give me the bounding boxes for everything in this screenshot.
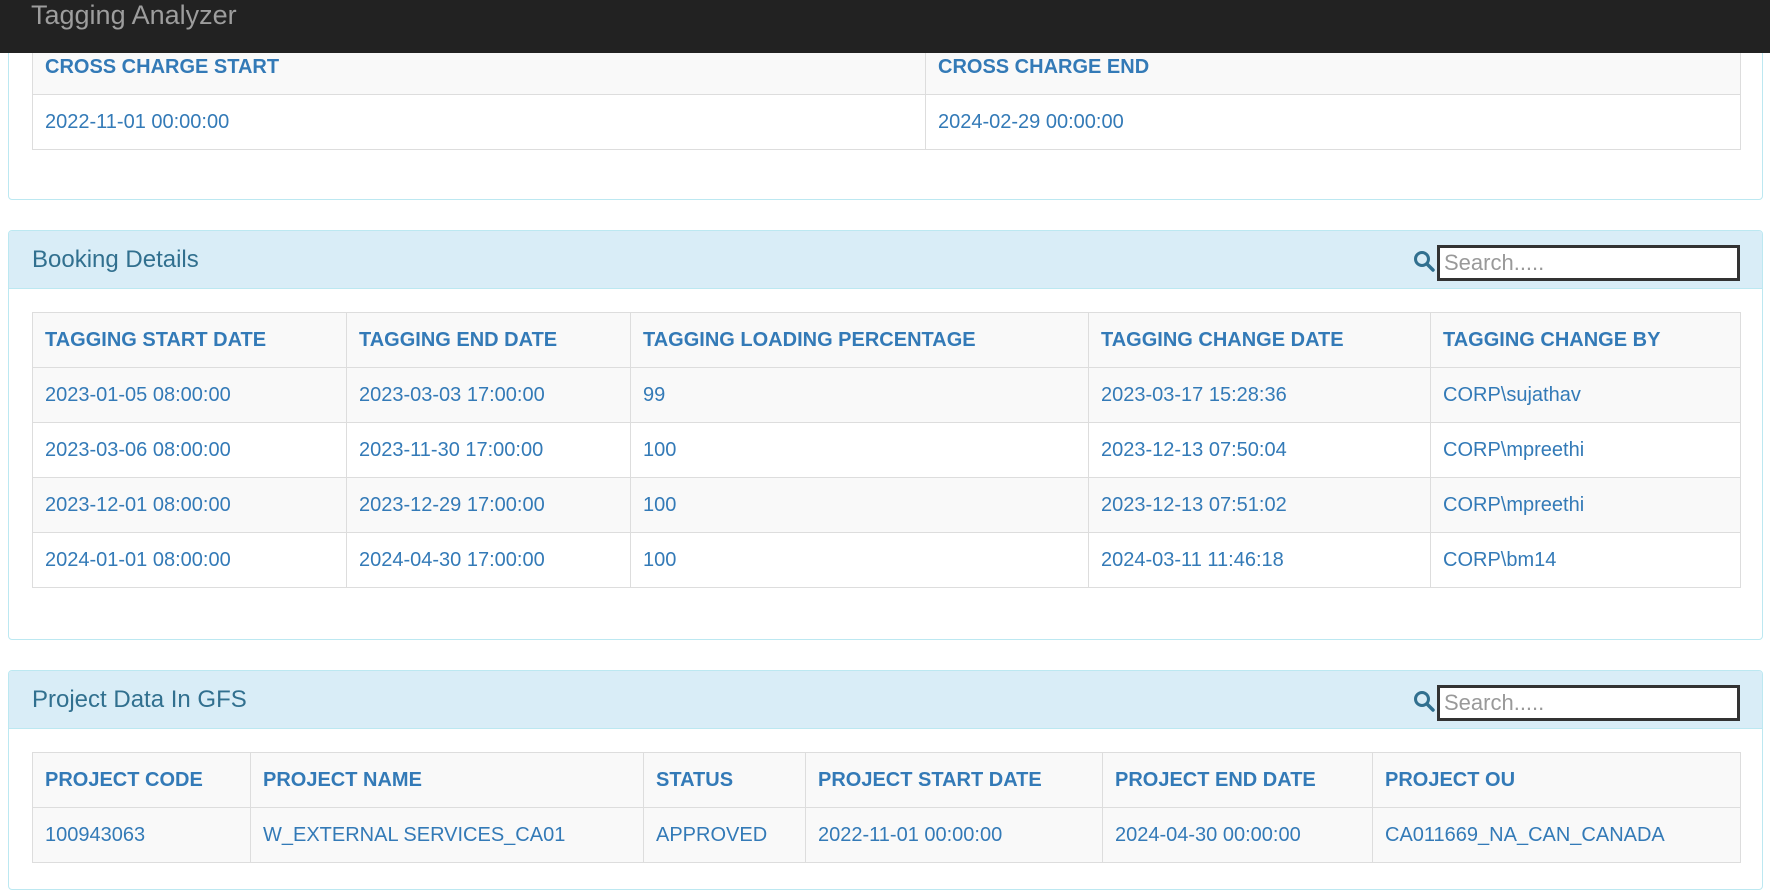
table-row: 2023-12-01 08:00:00 2023-12-29 17:00:00 … xyxy=(32,477,1741,533)
table-cell: 2023-12-13 07:50:04 xyxy=(1088,422,1431,478)
column-header: PROJECT CODE xyxy=(32,752,251,808)
table-cell: 2023-12-29 17:00:00 xyxy=(346,477,631,533)
table-header-row: PROJECT CODE PROJECT NAME STATUS PROJECT… xyxy=(32,752,1741,808)
booking-search-input[interactable] xyxy=(1437,245,1740,281)
table-row: 2024-01-01 08:00:00 2024-04-30 17:00:00 … xyxy=(32,532,1741,588)
column-header: TAGGING END DATE xyxy=(346,312,631,368)
search-icon xyxy=(1414,691,1435,712)
table-cell: CORP\mpreethi xyxy=(1430,477,1741,533)
project-data-panel: Project Data In GFS PROJECT CODE PROJECT… xyxy=(8,670,1763,890)
search-icon xyxy=(1414,251,1435,272)
column-header: PROJECT END DATE xyxy=(1102,752,1373,808)
booking-details-heading: Booking Details xyxy=(9,231,1762,289)
table-cell: 2024-01-01 08:00:00 xyxy=(32,532,347,588)
project-search-input[interactable] xyxy=(1437,685,1740,721)
table-cell: 2023-03-03 17:00:00 xyxy=(346,367,631,423)
top-navbar: Tagging Analyzer xyxy=(0,0,1770,53)
cross-charge-end-cell: 2024-02-29 00:00:00 xyxy=(925,94,1741,150)
column-header: TAGGING START DATE xyxy=(32,312,347,368)
booking-details-table: TAGGING START DATE TAGGING END DATE TAGG… xyxy=(32,312,1741,588)
column-header: PROJECT START DATE xyxy=(805,752,1103,808)
table-row: 100943063 W_EXTERNAL SERVICES_CA01 APPRO… xyxy=(32,807,1741,863)
table-cell: APPROVED xyxy=(643,807,806,863)
app-title[interactable]: Tagging Analyzer xyxy=(31,0,237,30)
cross-charge-table: CROSS CHARGE START CROSS CHARGE END 2022… xyxy=(32,39,1741,150)
column-header: TAGGING CHANGE BY xyxy=(1430,312,1741,368)
table-cell: 100943063 xyxy=(32,807,251,863)
table-cell: 2023-12-01 08:00:00 xyxy=(32,477,347,533)
table-row: 2022-11-01 00:00:00 2024-02-29 00:00:00 xyxy=(32,94,1741,150)
table-cell: CORP\mpreethi xyxy=(1430,422,1741,478)
column-header: PROJECT NAME xyxy=(250,752,644,808)
table-cell: CA011669_NA_CAN_CANADA xyxy=(1372,807,1741,863)
table-cell: 2024-04-30 17:00:00 xyxy=(346,532,631,588)
panel-title: Project Data In GFS xyxy=(32,686,247,713)
column-header: PROJECT OU xyxy=(1372,752,1741,808)
table-cell: 2023-12-13 07:51:02 xyxy=(1088,477,1431,533)
table-cell: 2022-11-01 00:00:00 xyxy=(805,807,1103,863)
table-cell: CORP\bm14 xyxy=(1430,532,1741,588)
panel-title: Booking Details xyxy=(32,246,199,273)
table-cell: 2023-03-06 08:00:00 xyxy=(32,422,347,478)
table-cell: 2023-03-17 15:28:36 xyxy=(1088,367,1431,423)
cross-charge-start-cell: 2022-11-01 00:00:00 xyxy=(32,94,926,150)
project-data-heading: Project Data In GFS xyxy=(9,671,1762,729)
column-header: TAGGING LOADING PERCENTAGE xyxy=(630,312,1089,368)
table-row: 2023-01-05 08:00:00 2023-03-03 17:00:00 … xyxy=(32,367,1741,423)
table-cell: W_EXTERNAL SERVICES_CA01 xyxy=(250,807,644,863)
table-row: 2023-03-06 08:00:00 2023-11-30 17:00:00 … xyxy=(32,422,1741,478)
table-cell: 2024-03-11 11:46:18 xyxy=(1088,532,1431,588)
table-cell: 99 xyxy=(630,367,1089,423)
table-cell: CORP\sujathav xyxy=(1430,367,1741,423)
project-data-table: PROJECT CODE PROJECT NAME STATUS PROJECT… xyxy=(32,752,1741,863)
table-cell: 2024-04-30 00:00:00 xyxy=(1102,807,1373,863)
table-cell: 100 xyxy=(630,532,1089,588)
table-header-row: TAGGING START DATE TAGGING END DATE TAGG… xyxy=(32,312,1741,368)
column-header: STATUS xyxy=(643,752,806,808)
table-cell: 2023-11-30 17:00:00 xyxy=(346,422,631,478)
table-cell: 100 xyxy=(630,477,1089,533)
booking-details-panel: Booking Details TAGGING START DATE TAGGI… xyxy=(8,230,1763,640)
column-header: TAGGING CHANGE DATE xyxy=(1088,312,1431,368)
table-cell: 100 xyxy=(630,422,1089,478)
table-cell: 2023-01-05 08:00:00 xyxy=(32,367,347,423)
